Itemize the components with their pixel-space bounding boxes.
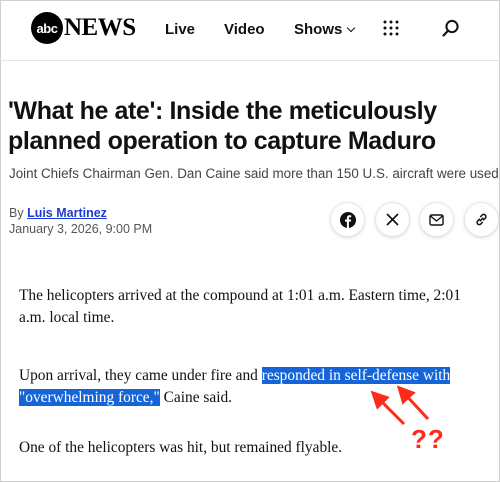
link-icon <box>476 213 487 226</box>
logo-wordmark: NEWS <box>64 14 136 41</box>
page-frame <box>0 0 500 482</box>
author-link[interactable]: Luis Martinez <box>27 206 107 220</box>
search-icon[interactable] <box>442 19 460 37</box>
byline-prefix: By <box>9 206 28 220</box>
share-link-button[interactable] <box>465 203 498 236</box>
header-divider <box>0 60 500 61</box>
share-x-button[interactable] <box>376 203 409 236</box>
nav-shows[interactable]: Shows <box>294 21 356 38</box>
article-subhead: Joint Chiefs Chairman Gen. Dan Caine sai… <box>9 166 500 181</box>
chevron-down-icon <box>347 23 356 33</box>
byline: By Luis Martinez <box>9 206 107 220</box>
facebook-icon <box>339 211 356 228</box>
logo-circle: abc <box>31 12 63 44</box>
paragraph-2-tail: Caine said. <box>159 389 233 406</box>
site-header: abc NEWS Live Video Shows <box>0 0 500 58</box>
mail-icon <box>429 213 444 226</box>
article-headline: 'What he ate': Inside the meticulously p… <box>8 97 437 155</box>
publish-date: January 3, 2026, 9:00 PM <box>9 222 153 236</box>
article-paragraph-2: Upon arrival, they came under fire and r… <box>19 365 489 409</box>
nav-video[interactable]: Video <box>224 21 265 38</box>
annotation-question-marks: ?? <box>411 424 445 454</box>
grid-dots-icon[interactable] <box>383 20 399 36</box>
article-paragraph-1: The helicopters arrived at the compound … <box>19 287 461 326</box>
nav-shows-label: Shows <box>294 21 343 38</box>
share-facebook-button[interactable] <box>331 203 364 236</box>
x-icon <box>386 213 399 226</box>
abc-news-logo[interactable]: abc NEWS <box>31 12 136 44</box>
share-mail-button[interactable] <box>420 203 453 236</box>
nav-live[interactable]: Live <box>165 21 195 38</box>
paragraph-2-text: Upon arrival, they came under fire and <box>19 367 262 384</box>
